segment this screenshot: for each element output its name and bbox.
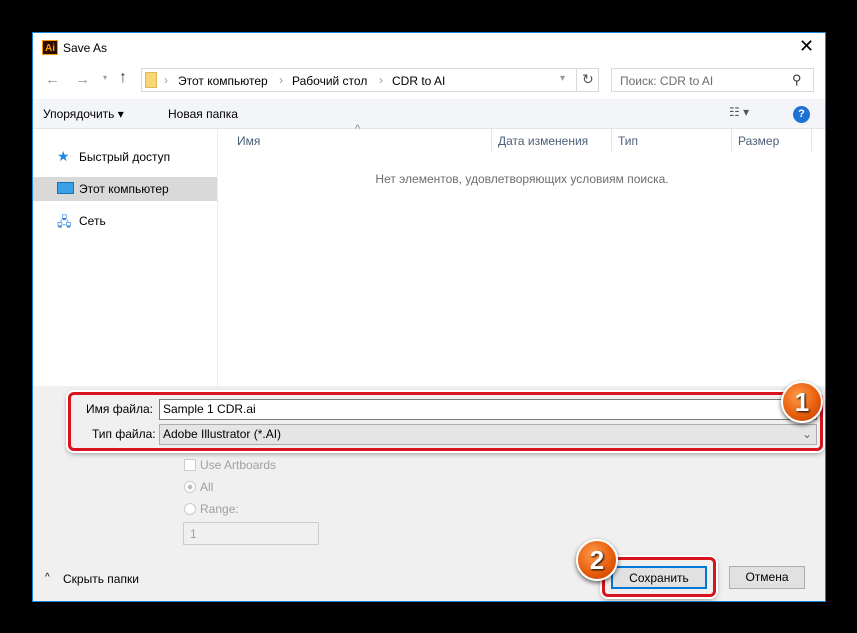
refresh-icon: ↻ xyxy=(582,71,594,87)
forward-arrow-icon[interactable]: → xyxy=(75,71,90,88)
computer-icon xyxy=(57,182,74,194)
highlight-frame-1 xyxy=(68,392,823,451)
back-arrow-icon[interactable]: ← xyxy=(45,71,60,88)
toolbar: Упорядочить ▾ Новая папка ☷ ▾ ? xyxy=(33,99,825,129)
illustrator-app-icon: Ai xyxy=(42,40,58,55)
refresh-button[interactable]: ↻ xyxy=(576,68,599,92)
sidebar-item-this-pc[interactable]: Этот компьютер xyxy=(33,177,217,201)
folder-icon xyxy=(145,72,157,88)
view-options-icon[interactable]: ☷ ▾ xyxy=(729,105,749,119)
new-folder-button[interactable]: Новая папка xyxy=(168,107,238,121)
sidebar-item-quick-access[interactable]: ★ Быстрый доступ xyxy=(33,145,217,169)
all-label: All xyxy=(200,480,214,494)
hide-folders-button[interactable]: Скрыть папки xyxy=(63,572,139,586)
step-badge-1: 1 xyxy=(781,381,823,423)
breadcrumb-item[interactable]: CDR to AI xyxy=(392,74,445,88)
address-bar[interactable]: › Этот компьютер › Рабочий стол › CDR to… xyxy=(141,68,599,92)
save-as-dialog: Ai Save As ✕ ← → ▾ ↑ › Этот компьютер › … xyxy=(32,32,826,602)
chevron-icon: › xyxy=(379,73,383,87)
breadcrumb-item[interactable]: Рабочий стол xyxy=(292,74,367,88)
chevron-up-icon[interactable]: ^ xyxy=(45,572,50,583)
use-artboards-label: Use Artboards xyxy=(200,458,277,472)
range-input[interactable]: 1 xyxy=(183,522,319,545)
column-header-name[interactable]: Имя xyxy=(231,129,492,151)
search-placeholder: Поиск: CDR to AI xyxy=(620,74,714,88)
star-icon: ★ xyxy=(57,148,70,164)
empty-message: Нет элементов, удовлетворяющих условиям … xyxy=(375,172,669,186)
sidebar-item-label: Быстрый доступ xyxy=(79,150,171,164)
range-radio[interactable] xyxy=(184,503,196,515)
up-arrow-icon[interactable]: ↑ xyxy=(119,69,127,87)
address-dropdown-icon[interactable]: ▾ xyxy=(560,73,565,84)
close-icon[interactable]: ✕ xyxy=(799,36,814,57)
help-icon[interactable]: ? xyxy=(793,106,810,123)
use-artboards-checkbox[interactable] xyxy=(184,459,196,471)
search-input[interactable]: Поиск: CDR to AI ⚲ xyxy=(611,68,814,92)
file-list: ^ Имя Дата изменения Тип Размер Нет элем… xyxy=(219,123,825,386)
window-title: Save As xyxy=(63,41,108,55)
chevron-icon: › xyxy=(279,73,283,87)
network-icon: 🖧 xyxy=(57,214,72,229)
column-header-size[interactable]: Размер xyxy=(732,129,812,151)
step-badge-2: 2 xyxy=(576,539,618,581)
column-header-type[interactable]: Тип xyxy=(612,129,732,151)
sidebar-item-label: Сеть xyxy=(79,214,106,228)
navigation-pane: ★ Быстрый доступ Этот компьютер 🖧 Сеть xyxy=(33,129,218,386)
breadcrumb-item[interactable]: Этот компьютер xyxy=(178,74,268,88)
save-button[interactable]: Сохранить xyxy=(611,566,707,589)
recent-dropdown-icon[interactable]: ▾ xyxy=(103,73,107,82)
chevron-icon: › xyxy=(164,73,168,87)
all-radio[interactable] xyxy=(184,481,196,493)
save-options-panel: Имя файла: Sample 1 CDR.ai Тип файла: Ad… xyxy=(33,381,825,601)
sidebar-item-label: Этот компьютер xyxy=(79,182,169,196)
cancel-button[interactable]: Отмена xyxy=(729,566,805,589)
organize-button[interactable]: Упорядочить ▾ xyxy=(43,107,124,121)
range-label: Range: xyxy=(200,502,239,516)
title-bar: Ai Save As ✕ xyxy=(33,33,825,63)
sidebar-item-network[interactable]: 🖧 Сеть xyxy=(33,209,217,233)
column-header-date[interactable]: Дата изменения xyxy=(492,129,612,151)
search-icon: ⚲ xyxy=(792,72,802,87)
